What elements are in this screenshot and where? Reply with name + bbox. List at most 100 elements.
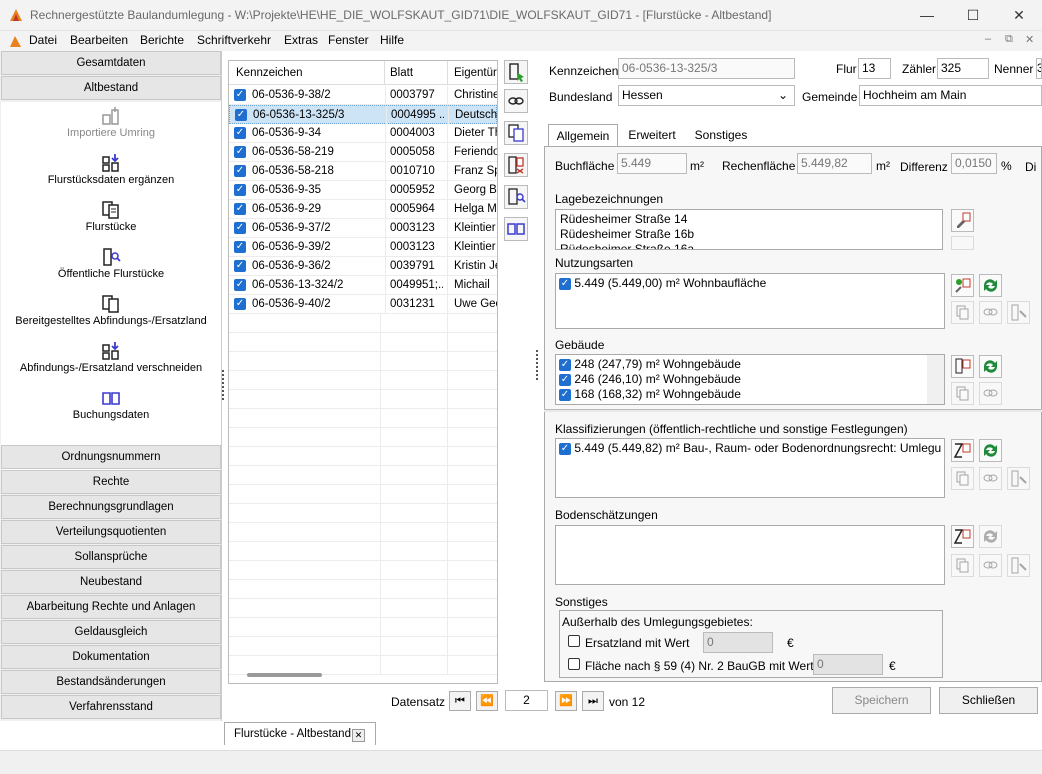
next-record-button[interactable]: ⏩ (555, 691, 577, 711)
menu-berichte[interactable]: Berichte (140, 33, 184, 47)
gemeinde-field[interactable]: Hochheim am Main (859, 85, 1042, 106)
table-row[interactable]: ✓ 06-0536-58-218 0010710 Franz Sp (229, 162, 497, 181)
row-checkbox[interactable]: ✓ (234, 259, 246, 272)
mdi-close-button[interactable]: ✕ (1025, 33, 1034, 46)
kennzeichen-field[interactable]: 06-0536-13-325/3 (618, 58, 795, 79)
row-checkbox[interactable]: ✓ (234, 164, 246, 177)
mdi-minimize-button[interactable]: – (985, 33, 991, 45)
klass-tool-button[interactable] (1007, 467, 1030, 490)
search-parcel-button[interactable] (504, 185, 528, 209)
lage-item[interactable]: Rüdesheimer Straße 16b (560, 227, 938, 242)
parcel-list[interactable]: Kennzeichen Blatt Eigentür ✓ 06-0536-9-38… (228, 60, 498, 684)
nenner-field[interactable]: 3 (1036, 58, 1042, 79)
gebaeude-item[interactable]: ✓ 248 (247,79) m² Wohngebäude (559, 357, 941, 372)
nav-verteilungsquotienten[interactable]: Verteilungsquotienten (1, 520, 221, 544)
save-button[interactable]: Speichern (832, 687, 931, 714)
klass-refresh-button[interactable] (979, 439, 1002, 462)
table-row[interactable]: ✓ 06-0536-9-35 0005952 Georg B (229, 181, 497, 200)
column-header-eigentuemer[interactable]: Eigentür (447, 61, 497, 85)
boden-edit-button[interactable] (951, 525, 974, 548)
nutzung-edit-button[interactable] (951, 274, 974, 297)
menu-fenster[interactable]: Fenster (328, 33, 369, 47)
table-row[interactable]: ✓ 06-0536-13-325/3 0004995 ... Deutsch (229, 105, 497, 124)
row-checkbox[interactable]: ✓ (234, 278, 246, 291)
ersatzland-value-field[interactable]: 0 (703, 632, 773, 653)
nav-sollansprueche[interactable]: Sollansprüche (1, 545, 221, 569)
nutzung-link-button[interactable] (979, 301, 1002, 324)
select-parcel-button[interactable] (504, 60, 528, 84)
mdi-restore-button[interactable]: ⧉ (1005, 33, 1013, 46)
table-row[interactable]: ✓ 06-0536-13-324/2 0049951;... Michail (229, 276, 497, 295)
lage-list[interactable]: Rüdesheimer Straße 14 Rüdesheimer Straße… (555, 209, 943, 250)
table-row[interactable]: ✓ 06-0536-9-29 0005964 Helga M (229, 200, 497, 219)
nutzung-list[interactable]: ✓ 5.449 (5.449,00) m² Wohnbaufläche (555, 273, 945, 329)
flaeche59-checkbox[interactable] (568, 658, 580, 670)
table-row[interactable]: ✓ 06-0536-9-40/2 0031231 Uwe Gec (229, 295, 497, 314)
tab-sonstiges[interactable]: Sonstiges (688, 124, 754, 147)
boden-list[interactable] (555, 525, 945, 585)
copy-lage-button[interactable] (951, 236, 974, 250)
row-checkbox[interactable]: ✓ (234, 126, 246, 139)
checkbox-checked[interactable]: ✓ (559, 358, 571, 371)
tab-erweitert[interactable]: Erweitert (621, 124, 683, 147)
gebaeude-item[interactable]: ✓ 246 (246,10) m² Wohngebäude (559, 372, 941, 387)
checkbox-checked[interactable]: ✓ (559, 388, 571, 401)
lage-item[interactable]: Rüdesheimer Straße 14 (560, 212, 938, 227)
gebaeude-list[interactable]: ✓ 248 (247,79) m² Wohngebäude ✓ 246 (246… (555, 354, 945, 405)
table-row[interactable]: ✓ 06-0536-9-38/2 0003797 Christine (229, 86, 497, 105)
horizontal-scrollbar[interactable] (247, 673, 322, 677)
menu-hilfe[interactable]: Hilfe (380, 33, 404, 47)
checkbox-checked[interactable]: ✓ (559, 277, 571, 290)
nav-abarbeitung-rechte[interactable]: Abarbeitung Rechte und Anlagen (1, 595, 221, 619)
column-header-blatt[interactable]: Blatt (384, 61, 413, 85)
nutzung-tool-button[interactable] (1007, 301, 1030, 324)
nav-berechnungsgrundlagen[interactable]: Berechnungsgrundlagen (1, 495, 221, 519)
action-buchungsdaten[interactable]: Buchungsdaten (1, 384, 221, 431)
lage-item[interactable]: Rüdesheimer Straße 16a (560, 242, 938, 249)
menu-datei[interactable]: Datei (29, 33, 57, 47)
differenz-field[interactable]: 0,0150 (951, 153, 997, 174)
section-splitter[interactable] (544, 409, 1042, 412)
bundesland-select[interactable]: Hessen ⌄ (618, 85, 795, 106)
action-flurstuecke[interactable]: Flurstücke (1, 196, 221, 243)
nutzung-refresh-button[interactable] (979, 274, 1002, 297)
table-row[interactable]: ✓ 06-0536-9-36/2 0039791 Kristin Je (229, 257, 497, 276)
klass-copy-button[interactable] (951, 467, 974, 490)
menu-schriftverkehr[interactable]: Schriftverkehr (197, 33, 271, 47)
nutzung-item[interactable]: ✓ 5.449 (5.449,00) m² Wohnbaufläche (559, 276, 941, 291)
gebaeude-link-button[interactable] (979, 382, 1002, 405)
klass-item[interactable]: ✓ 5.449 (5.449,82) m² Bau-, Raum- oder B… (559, 441, 941, 456)
close-window-button[interactable]: ✕ (996, 0, 1042, 31)
gebaeude-scrollbar[interactable] (927, 355, 944, 404)
app-menu-icon[interactable] (9, 35, 22, 48)
rechenflaeche-field[interactable]: 5.449,82 (797, 153, 872, 174)
booking-data-button[interactable] (504, 217, 528, 241)
boden-copy-button[interactable] (951, 554, 974, 577)
table-row[interactable]: ✓ 06-0536-9-34 0004003 Dieter Th (229, 124, 497, 143)
flur-field[interactable]: 13 (858, 58, 891, 79)
nav-gesamtdaten[interactable]: Gesamtdaten (1, 51, 221, 75)
prev-record-button[interactable]: ⏪ (476, 691, 498, 711)
first-record-button[interactable]: ⏮ (449, 691, 471, 711)
middle-splitter[interactable] (536, 350, 538, 380)
table-row[interactable]: ✓ 06-0536-9-37/2 0003123 Kleintier (229, 219, 497, 238)
nav-neubestand[interactable]: Neubestand (1, 570, 221, 594)
nav-altbestand[interactable]: Altbestand (1, 76, 221, 100)
nav-rechte[interactable]: Rechte (1, 470, 221, 494)
action-oeffentliche-flurstuecke[interactable]: Öffentliche Flurstücke (1, 243, 221, 290)
nav-ordnungsnummern[interactable]: Ordnungsnummern (1, 445, 221, 469)
action-flurstuecksdaten-ergaenzen[interactable]: Flurstücksdaten ergänzen (1, 149, 221, 196)
klass-edit-button[interactable] (951, 439, 974, 462)
table-row[interactable]: ✓ 06-0536-9-39/2 0003123 Kleintier (229, 238, 497, 257)
document-tab[interactable]: Flurstücke - Altbestand ✕ (224, 722, 376, 745)
row-checkbox[interactable]: ✓ (234, 297, 246, 310)
last-record-button[interactable]: ⏭ (582, 691, 604, 711)
gebaeude-copy-button[interactable] (951, 382, 974, 405)
checkbox-checked[interactable]: ✓ (559, 442, 571, 455)
menu-extras[interactable]: Extras (284, 33, 318, 47)
ersatzland-checkbox[interactable] (568, 635, 580, 647)
copy-parcels-button[interactable] (504, 121, 528, 145)
nav-dokumentation[interactable]: Dokumentation (1, 645, 221, 669)
row-checkbox[interactable]: ✓ (234, 240, 246, 253)
buchflaeche-field[interactable]: 5.449 (617, 153, 687, 174)
